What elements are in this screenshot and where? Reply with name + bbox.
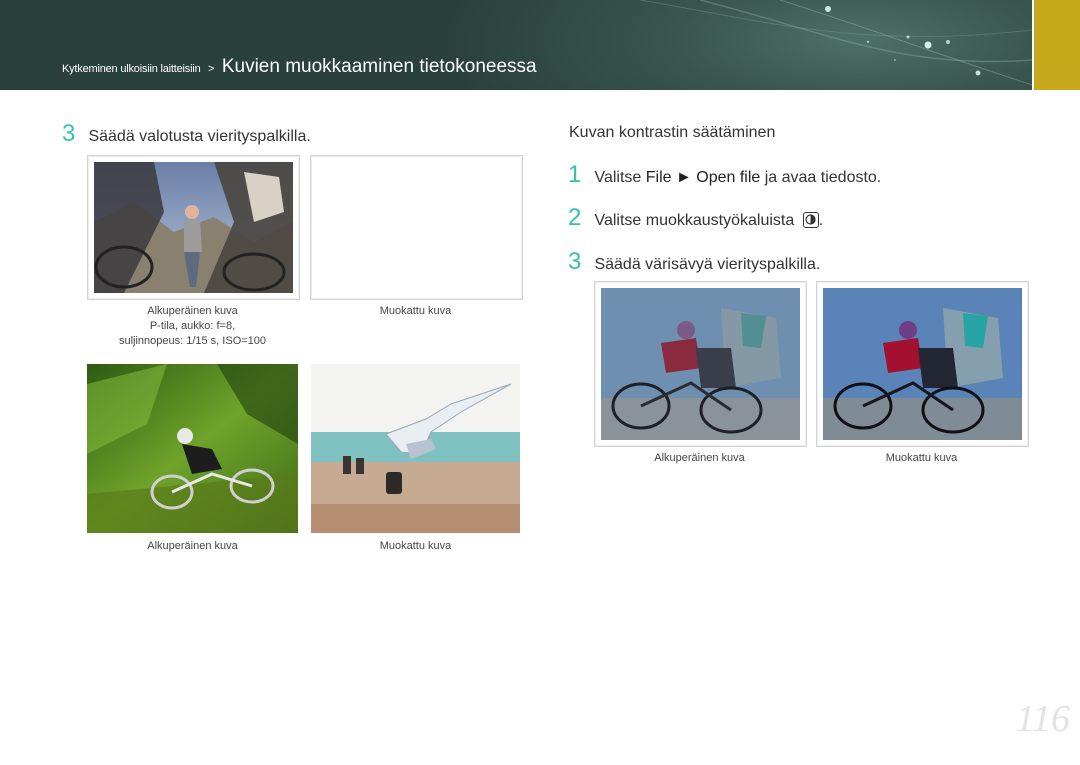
exposure-original-photo — [94, 162, 293, 293]
contrast-tool-icon — [802, 212, 819, 228]
step-number: 3 — [568, 248, 582, 275]
cyclists-original-photo — [601, 288, 800, 440]
contrast-original-caption: Alkuperäinen kuva — [654, 452, 745, 464]
step-number: 3 — [62, 120, 76, 147]
header-accent-tab — [1034, 0, 1080, 90]
left-step-3: 3 Säädä valotusta vierityspalkilla. — [62, 120, 311, 148]
exposure-modified-photo-blank — [317, 162, 516, 293]
exposure-original-photo-frame — [87, 155, 300, 300]
step-text-prefix: Valitse — [594, 169, 646, 186]
exposure-modified-caption: Muokattu kuva — [379, 305, 452, 317]
breadcrumb-parent[interactable]: Kytkeminen ulkoisiin laitteisiin — [62, 63, 201, 75]
mountain-bike-photo — [87, 364, 298, 533]
caption-detail-2: suljinnopeus: 1/15 s, ISO=100 — [118, 335, 267, 347]
step-number: 1 — [568, 161, 582, 188]
caption-detail-1: P-tila, aukko: f=8, — [149, 320, 236, 332]
breadcrumb: Kytkeminen ulkoisiin laitteisiin > Kuvie… — [62, 56, 537, 78]
exposure-modified-photo-frame — [310, 155, 523, 300]
contrast-original-photo-frame — [594, 281, 807, 447]
step-text: Säädä valotusta vierityspalkilla. — [88, 128, 311, 145]
seagull-modified-caption: Muokattu kuva — [379, 540, 452, 552]
bike-original-caption: Alkuperäinen kuva — [147, 540, 238, 552]
right-step-2: 2 Valitse muokkaustyökaluista . — [568, 204, 823, 232]
cyclists-modified-photo — [823, 288, 1022, 440]
step-text: Säädä värisävyä vierityspalkilla. — [594, 256, 821, 273]
exposure-original-caption: Alkuperäinen kuva P-tila, aukko: f=8, su… — [87, 304, 298, 349]
step-text-suffix: ja avaa tiedosto. — [760, 169, 882, 186]
step-text: Valitse muokkaustyökaluista — [594, 212, 795, 229]
contrast-modified-caption: Muokattu kuva — [885, 452, 958, 464]
contrast-modified-photo-frame — [816, 281, 1029, 447]
menu-path-file-open: File ► Open file — [645, 169, 761, 186]
page-title: Kuvien muokkaaminen tietokoneessa — [221, 56, 537, 77]
bike-photo-frame — [87, 364, 298, 533]
breadcrumb-separator: > — [207, 63, 215, 75]
header-banner: Kytkeminen ulkoisiin laitteisiin > Kuvie… — [0, 0, 1032, 90]
right-step-1: 1 Valitse File ► Open file ja avaa tiedo… — [568, 161, 881, 189]
step-text-end: . — [818, 212, 824, 229]
seagull-photo-frame — [311, 364, 520, 533]
section-title: Kuvan kontrastin säätäminen — [569, 124, 776, 141]
right-step-3: 3 Säädä värisävyä vierityspalkilla. — [568, 248, 820, 276]
seagull-photo — [311, 364, 520, 533]
page-number: 116 — [1015, 698, 1070, 740]
caption-title: Alkuperäinen kuva — [147, 305, 238, 317]
step-number: 2 — [568, 204, 582, 231]
